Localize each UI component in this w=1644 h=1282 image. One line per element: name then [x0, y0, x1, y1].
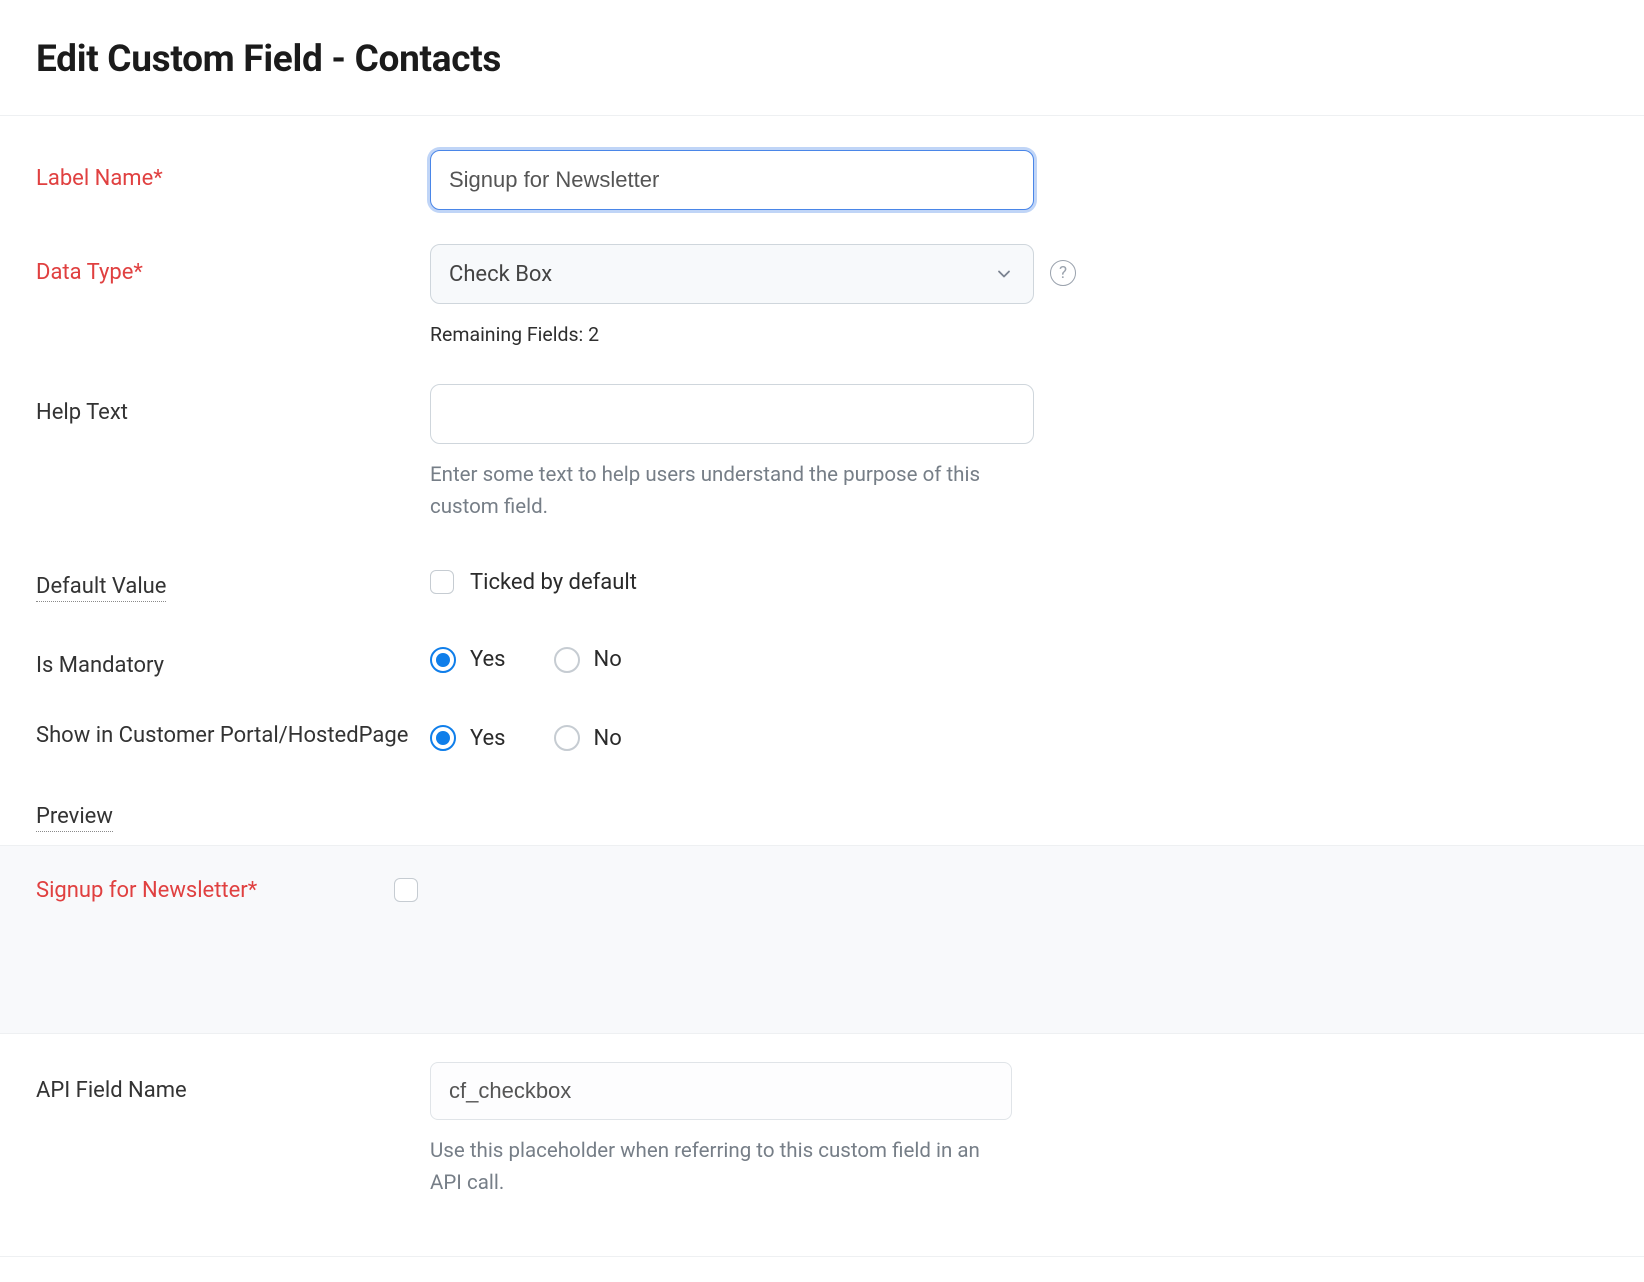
help-text-label: Help Text — [36, 384, 430, 429]
radio-icon — [430, 725, 456, 751]
data-type-value: Check Box — [449, 262, 552, 287]
preview-section-label: Preview — [36, 804, 1608, 829]
page-title: Edit Custom Field - Contacts — [36, 38, 1608, 81]
is-mandatory-yes-label: Yes — [470, 647, 506, 672]
api-field-name-label: API Field Name — [36, 1062, 430, 1200]
remaining-fields-text: Remaining Fields: 2 — [430, 320, 1034, 350]
api-field-name-input[interactable] — [430, 1062, 1012, 1120]
label-name-input[interactable] — [430, 150, 1034, 210]
is-mandatory-no[interactable]: No — [554, 647, 622, 673]
help-text-hint: Enter some text to help users understand… — [430, 460, 1034, 524]
show-in-portal-label: Show in Customer Portal/HostedPage — [36, 715, 430, 752]
data-type-label: Data Type* — [36, 244, 430, 289]
help-icon[interactable]: ? — [1050, 260, 1076, 286]
preview-field-label: Signup for Newsletter* — [36, 878, 394, 903]
ticked-by-default-label: Ticked by default — [470, 570, 637, 595]
is-mandatory-no-label: No — [594, 647, 622, 672]
label-name-label: Label Name* — [36, 150, 430, 195]
preview-checkbox[interactable] — [394, 878, 418, 902]
default-value-label: Default Value — [36, 558, 430, 603]
show-in-portal-no[interactable]: No — [554, 725, 622, 751]
show-in-portal-no-label: No — [594, 726, 622, 751]
radio-icon — [554, 647, 580, 673]
is-mandatory-yes[interactable]: Yes — [430, 647, 506, 673]
help-text-input[interactable] — [430, 384, 1034, 444]
data-type-select[interactable]: Check Box — [430, 244, 1034, 304]
ticked-by-default-checkbox[interactable] — [430, 570, 454, 594]
api-field-name-hint: Use this placeholder when referring to t… — [430, 1136, 1012, 1200]
radio-icon — [554, 725, 580, 751]
radio-icon — [430, 647, 456, 673]
show-in-portal-yes[interactable]: Yes — [430, 725, 506, 751]
show-in-portal-yes-label: Yes — [470, 726, 506, 751]
chevron-down-icon — [995, 265, 1013, 283]
is-mandatory-label: Is Mandatory — [36, 637, 430, 682]
